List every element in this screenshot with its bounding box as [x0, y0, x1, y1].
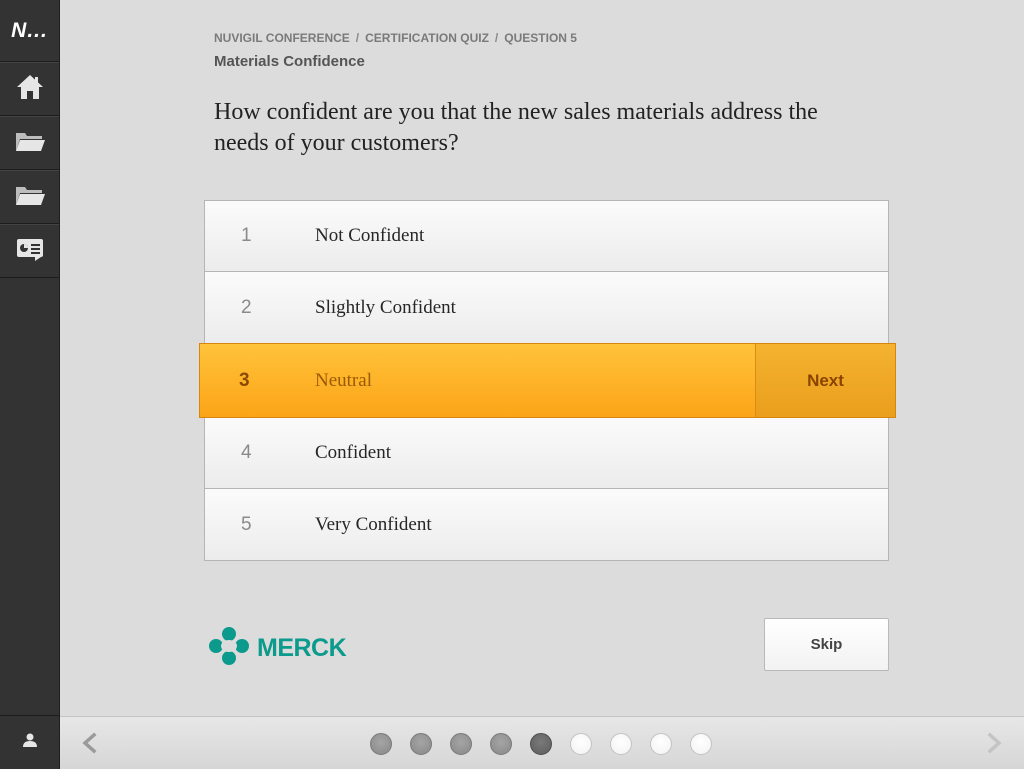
pagination-dots: [370, 733, 730, 755]
sidebar-item-folder-2[interactable]: [0, 170, 59, 224]
option-number: 5: [241, 513, 252, 535]
pagination-dot-3[interactable]: [450, 733, 472, 755]
chevron-left-icon: [78, 732, 102, 759]
breadcrumb-separator: /: [494, 31, 499, 45]
breadcrumb-separator: /: [355, 31, 360, 45]
home-icon: [15, 73, 45, 106]
next-page-button[interactable]: [982, 731, 1006, 755]
pagination-dot-9[interactable]: [690, 733, 712, 755]
sidebar: N...: [0, 0, 60, 769]
folder-icon: [14, 183, 46, 212]
brand-name: MERCK: [257, 634, 347, 662]
option-number: 1: [241, 225, 252, 246]
bottom-nav-bar: [60, 716, 1024, 769]
sidebar-item-folder-1[interactable]: [0, 116, 59, 170]
breadcrumb-item-question: QUESTION 5: [504, 31, 577, 45]
pagination-dot-2[interactable]: [410, 733, 432, 755]
merck-emblem-icon: [209, 627, 249, 670]
option-label: Very Confident: [315, 513, 432, 535]
answer-option-3[interactable]: 3 Neutral Next: [199, 343, 896, 418]
answer-option-4[interactable]: 4 Confident: [204, 417, 889, 489]
pagination-dot-4[interactable]: [490, 733, 512, 755]
app-logo[interactable]: N...: [0, 0, 59, 62]
pagination-dot-8[interactable]: [650, 733, 672, 755]
option-number: 4: [241, 441, 252, 463]
chevron-right-icon: [982, 732, 1006, 759]
user-button[interactable]: [0, 715, 59, 769]
option-label: Slightly Confident: [315, 296, 456, 318]
skip-button[interactable]: Skip: [764, 618, 889, 671]
presentation-icon: [15, 236, 45, 267]
pagination-dot-6[interactable]: [570, 733, 592, 755]
breadcrumb: NUVIGIL CONFERENCE / CERTIFICATION QUIZ / QU…: [214, 31, 577, 45]
option-label: Neutral: [315, 369, 372, 391]
option-label: Confident: [315, 441, 391, 463]
answer-option-1[interactable]: 1 Not Confident: [204, 200, 889, 272]
page-subtitle: Materials Confidence: [214, 53, 365, 70]
pagination-dot-1[interactable]: [370, 733, 392, 755]
breadcrumb-item-quiz[interactable]: CERTIFICATION QUIZ: [365, 31, 489, 45]
answer-option-2[interactable]: 2 Slightly Confident: [204, 272, 889, 344]
previous-button[interactable]: [78, 731, 102, 755]
user-icon: [22, 732, 38, 753]
breadcrumb-item-conference[interactable]: NUVIGIL CONFERENCE: [214, 31, 350, 45]
answer-options: 1 Not Confident 2 Slightly Confident 3 N…: [199, 200, 896, 561]
option-number: 3: [239, 369, 250, 391]
option-number: 2: [241, 296, 252, 318]
sidebar-item-presentation[interactable]: [0, 224, 59, 278]
merck-logo: MERCK: [209, 627, 347, 670]
next-button[interactable]: Next: [755, 344, 895, 417]
option-label: Not Confident: [315, 225, 425, 246]
answer-option-5[interactable]: 5 Very Confident: [204, 489, 889, 561]
pagination-dot-7[interactable]: [610, 733, 632, 755]
folder-icon: [14, 129, 46, 158]
sidebar-item-home[interactable]: [0, 62, 59, 116]
pagination-dot-5[interactable]: [530, 733, 552, 755]
question-text: How confident are you that the new sales…: [214, 99, 818, 156]
